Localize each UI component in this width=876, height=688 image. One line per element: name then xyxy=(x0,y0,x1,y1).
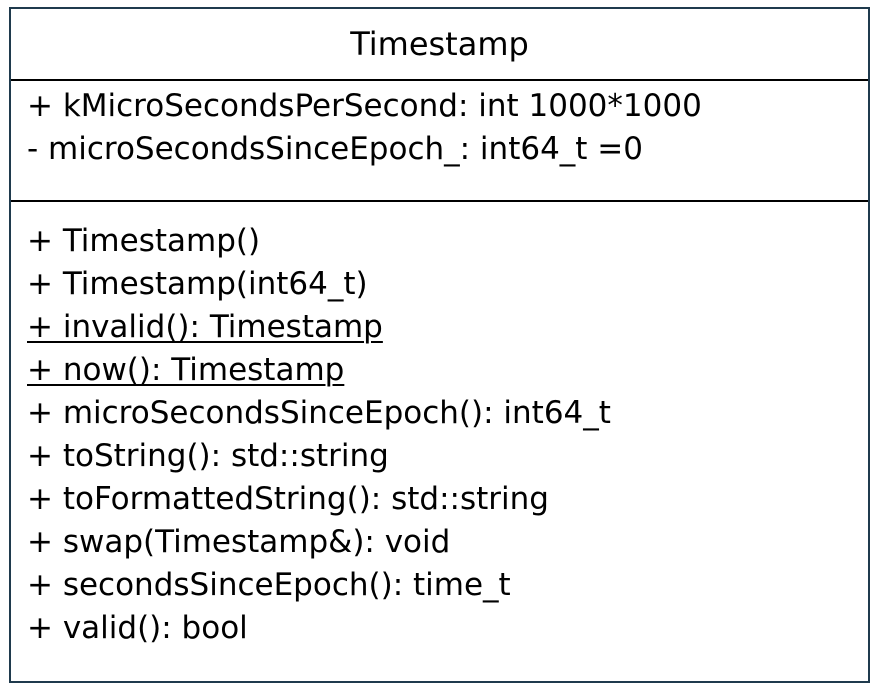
method-invalid: + invalid(): Timestamp xyxy=(11,306,868,349)
method-timestamp-default-ctor: + Timestamp() xyxy=(27,223,261,259)
method-valid: + valid(): bool xyxy=(27,610,248,646)
method-now: + now(): Timestamp xyxy=(11,349,868,392)
method-swap: + swap(Timestamp&): void xyxy=(27,524,451,560)
uml-class-box: Timestamp + kMicroSecondsPerSecond: int … xyxy=(9,7,870,683)
method-invalid-text: + invalid(): Timestamp xyxy=(27,309,383,345)
attributes-compartment: + kMicroSecondsPerSecond: int 1000*1000 … xyxy=(11,81,868,202)
method-now-text: + now(): Timestamp xyxy=(27,352,345,388)
class-name: Timestamp xyxy=(11,9,868,81)
method-micro-seconds-since-epoch: + microSecondsSinceEpoch(): int64_t xyxy=(27,395,611,431)
method-timestamp-int64-ctor: + Timestamp(int64_t) xyxy=(27,266,368,302)
methods-compartment: + Timestamp() + Timestamp(int64_t) + inv… xyxy=(11,202,868,650)
attribute-micro-seconds-since-epoch: - microSecondsSinceEpoch_: int64_t =0 xyxy=(27,131,644,167)
method-to-string: + toString(): std::string xyxy=(27,438,389,474)
method-to-formatted-string: + toFormattedString(): std::string xyxy=(27,481,549,517)
attribute-k-micro-seconds-per-second: + kMicroSecondsPerSecond: int 1000*1000 xyxy=(27,88,702,124)
method-seconds-since-epoch: + secondsSinceEpoch(): time_t xyxy=(27,567,511,603)
